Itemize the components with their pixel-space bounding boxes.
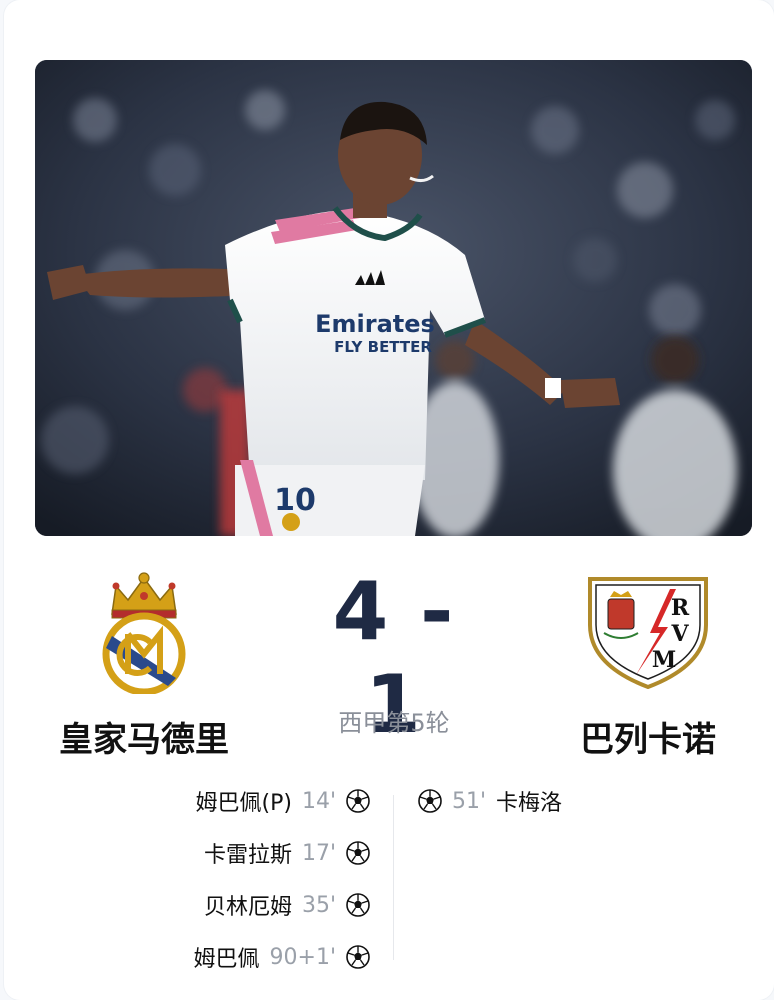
hero-photo[interactable]: Emirates FLY BETTER 10	[35, 60, 752, 536]
match-card: Emirates FLY BETTER 10 4 - 1 R V M 西甲第5轮…	[4, 0, 774, 1000]
home-goal-3: 贝林厄姆 35'	[204, 889, 370, 921]
goal-minute: 17'	[301, 840, 336, 866]
shirt-sponsor: Emirates	[315, 310, 435, 338]
crest-letter-v: V	[670, 621, 689, 647]
away-goal-1: 51' 卡梅洛	[418, 785, 562, 817]
home-team-name[interactable]: 皇家马德里	[34, 712, 254, 761]
crest-letter-r: R	[671, 595, 690, 621]
hero-illustration: Emirates FLY BETTER 10	[35, 60, 752, 536]
football-icon	[346, 945, 370, 969]
away-team-name[interactable]: 巴列卡诺	[538, 712, 758, 761]
football-icon	[346, 789, 370, 813]
goal-minute: 14'	[301, 788, 336, 814]
goal-scorer: 贝林厄姆	[203, 895, 292, 920]
shorts-number: 10	[274, 483, 316, 518]
home-team-crest[interactable]	[98, 570, 190, 696]
football-icon	[346, 841, 370, 865]
football-icon	[346, 893, 370, 917]
goal-scorer: 卡梅洛	[496, 791, 563, 816]
home-goal-2: 卡雷拉斯 17'	[204, 837, 370, 869]
crest-letter-m: M	[652, 647, 676, 673]
away-team-crest[interactable]: R V M	[586, 575, 710, 690]
football-icon	[418, 789, 442, 813]
home-goal-4: 姆巴佩 90+1'	[194, 941, 371, 973]
goal-minute: 35'	[301, 892, 336, 918]
goal-minute: 90+1'	[269, 944, 336, 970]
goal-scorer: 姆巴佩(P)	[195, 791, 292, 816]
match-round: 西甲第5轮	[338, 709, 450, 737]
home-goal-1: 姆巴佩(P) 14'	[196, 785, 370, 817]
scorers-divider	[393, 795, 394, 960]
goal-scorer: 姆巴佩	[193, 947, 260, 972]
shirt-sponsor-line2: FLY BETTER	[334, 338, 432, 356]
goal-scorer: 卡雷拉斯	[203, 843, 292, 868]
goal-minute: 51'	[452, 788, 487, 814]
